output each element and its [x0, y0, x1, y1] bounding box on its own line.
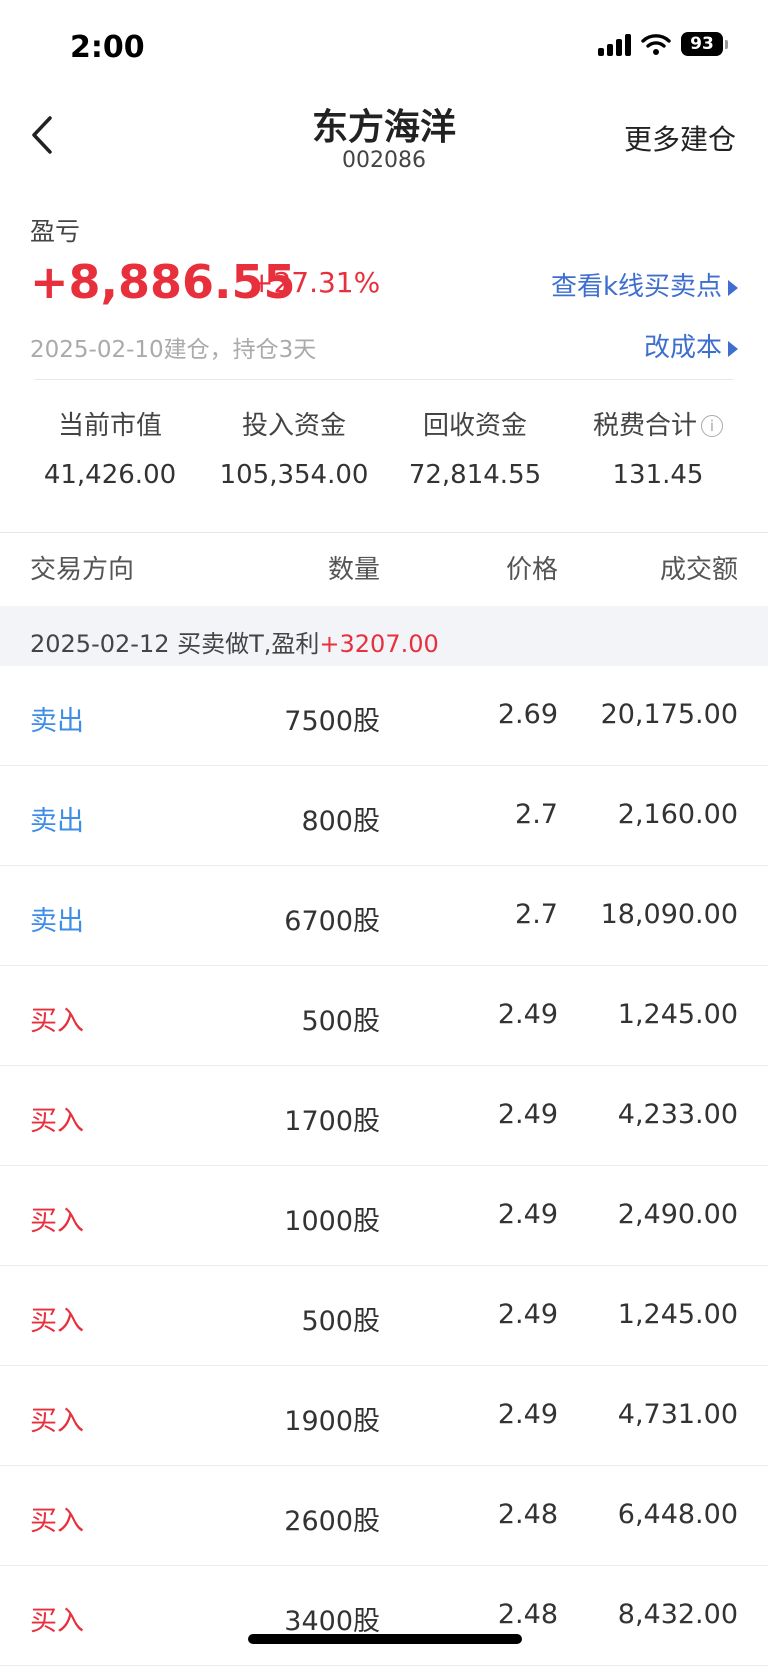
table-row[interactable]: 买入 1700股 2.49 4,233.00 [0, 1066, 768, 1166]
trade-price: 2.7 [515, 899, 558, 930]
trade-price: 2.49 [497, 1099, 558, 1130]
trade-quantity: 6700股 [284, 906, 380, 937]
battery-icon: 93 [681, 32, 728, 56]
wifi-icon [641, 34, 671, 55]
trade-quantity: 1900股 [284, 1406, 380, 1437]
trade-direction: 买入 [30, 1006, 84, 1037]
table-row[interactable]: 买入 1000股 2.49 2,490.00 [0, 1166, 768, 1266]
stat-value: 131.45 [612, 460, 704, 490]
trade-amount: 6,448.00 [617, 1499, 738, 1530]
trade-amount: 4,731.00 [617, 1399, 738, 1430]
home-indicator[interactable] [248, 1634, 522, 1644]
stat-fees: 税费合计 i 131.45 [563, 405, 753, 490]
nav-bar: 东方海洋 002086 更多建仓 [0, 90, 768, 180]
trade-quantity: 1000股 [284, 1206, 380, 1237]
trade-amount: 4,233.00 [617, 1099, 738, 1130]
trade-direction: 买入 [30, 1206, 84, 1237]
stat-label: 税费合计 i [563, 405, 753, 442]
trade-direction: 买入 [30, 1506, 84, 1537]
stat-market-value: 当前市值 41,426.00 [15, 405, 205, 490]
trade-price: 2.49 [497, 1299, 558, 1330]
table-row[interactable]: 买入 500股 2.49 1,245.00 [0, 1266, 768, 1366]
trade-direction: 买入 [30, 1406, 84, 1437]
trade-amount: 2,160.00 [617, 799, 738, 830]
header-quantity: 数量 [327, 555, 380, 585]
stat-value: 105,354.00 [219, 460, 369, 490]
stat-label: 当前市值 [57, 411, 162, 441]
info-icon[interactable]: i [701, 415, 723, 437]
table-row[interactable]: 买入 1900股 2.49 4,731.00 [0, 1366, 768, 1466]
trade-quantity: 500股 [301, 1306, 380, 1337]
kline-trade-points-link[interactable]: 查看k线买卖点 [551, 266, 738, 303]
table-row[interactable]: 卖出 800股 2.7 2,160.00 [0, 766, 768, 866]
header-direction: 交易方向 [30, 555, 135, 585]
stats-row: 当前市值 41,426.00 投入资金 105,354.00 回收资金 72,8… [0, 405, 768, 515]
table-row[interactable]: 卖出 7500股 2.69 20,175.00 [0, 666, 768, 766]
group-profit: +3207.00 [319, 630, 439, 658]
stat-label: 投入资金 [241, 411, 346, 441]
trade-price: 2.69 [497, 699, 558, 730]
edit-cost-label: 改成本 [643, 333, 722, 363]
edit-cost-link[interactable]: 改成本 [644, 327, 738, 364]
trade-direction: 买入 [30, 1106, 84, 1137]
trade-price: 2.49 [497, 1199, 558, 1230]
trade-price: 2.48 [497, 1599, 558, 1630]
group-label: 2025-02-12 买卖做T,盈利 [30, 630, 320, 658]
stat-invested: 投入资金 105,354.00 [199, 405, 389, 490]
trade-amount: 8,432.00 [617, 1599, 738, 1630]
trade-quantity: 7500股 [284, 706, 380, 737]
triangle-right-icon [728, 279, 738, 296]
trade-quantity: 800股 [301, 806, 380, 837]
trade-direction: 买入 [30, 1606, 84, 1637]
stat-value: 41,426.00 [43, 460, 177, 490]
trade-quantity: 500股 [301, 1006, 380, 1037]
trade-quantity: 3400股 [284, 1606, 380, 1637]
pnl-label: 盈亏 [30, 217, 81, 246]
trade-price: 2.48 [497, 1499, 558, 1530]
kline-link-label: 查看k线买卖点 [550, 272, 722, 302]
table-row[interactable]: 买入 2600股 2.48 6,448.00 [0, 1466, 768, 1566]
trade-price: 2.49 [497, 1399, 558, 1430]
table-row[interactable]: 买入 3400股 2.48 8,432.00 [0, 1566, 768, 1666]
trade-direction: 买入 [30, 1306, 84, 1337]
more-positions-button[interactable]: 更多建仓 [624, 118, 736, 158]
pnl-percent: +27.31% [250, 266, 381, 299]
trade-price: 2.49 [497, 999, 558, 1030]
trade-amount: 20,175.00 [600, 699, 738, 730]
header-amount: 成交额 [659, 555, 738, 585]
trade-amount: 1,245.00 [617, 999, 738, 1030]
stat-value: 72,814.55 [408, 460, 542, 490]
status-bar: 2:00 93 [0, 0, 768, 96]
battery-level: 93 [681, 32, 723, 56]
table-row[interactable]: 买入 500股 2.49 1,245.00 [0, 966, 768, 1066]
trade-direction: 卖出 [30, 806, 84, 837]
trade-direction: 卖出 [30, 706, 84, 737]
status-icons: 93 [598, 32, 728, 56]
fees-label: 税费合计 [592, 411, 697, 441]
group-summary: 2025-02-12 买卖做T,盈利+3207.00 [30, 624, 439, 659]
position-date-note: 2025-02-10建仓，持仓3天 [30, 337, 317, 363]
trade-quantity: 2600股 [284, 1506, 380, 1537]
cellular-signal-icon [598, 32, 631, 56]
table-header: 交易方向 数量 价格 成交额 [0, 533, 768, 605]
stat-label: 回收资金 [422, 411, 527, 441]
trade-price: 2.7 [515, 799, 558, 830]
divider [34, 379, 734, 380]
header-price: 价格 [505, 555, 558, 585]
table-row[interactable]: 卖出 6700股 2.7 18,090.00 [0, 866, 768, 966]
trade-amount: 18,090.00 [600, 899, 738, 930]
trade-amount: 2,490.00 [617, 1199, 738, 1230]
triangle-right-icon [728, 340, 738, 357]
trade-quantity: 1700股 [284, 1106, 380, 1137]
trade-list: 卖出 7500股 2.69 20,175.00 卖出 800股 2.7 2,16… [0, 666, 768, 1666]
stat-recovered: 回收资金 72,814.55 [380, 405, 570, 490]
trade-amount: 1,245.00 [617, 1299, 738, 1330]
trade-direction: 卖出 [30, 906, 84, 937]
trade-group-header: 2025-02-12 买卖做T,盈利+3207.00 [0, 606, 768, 666]
status-time: 2:00 [70, 30, 145, 65]
